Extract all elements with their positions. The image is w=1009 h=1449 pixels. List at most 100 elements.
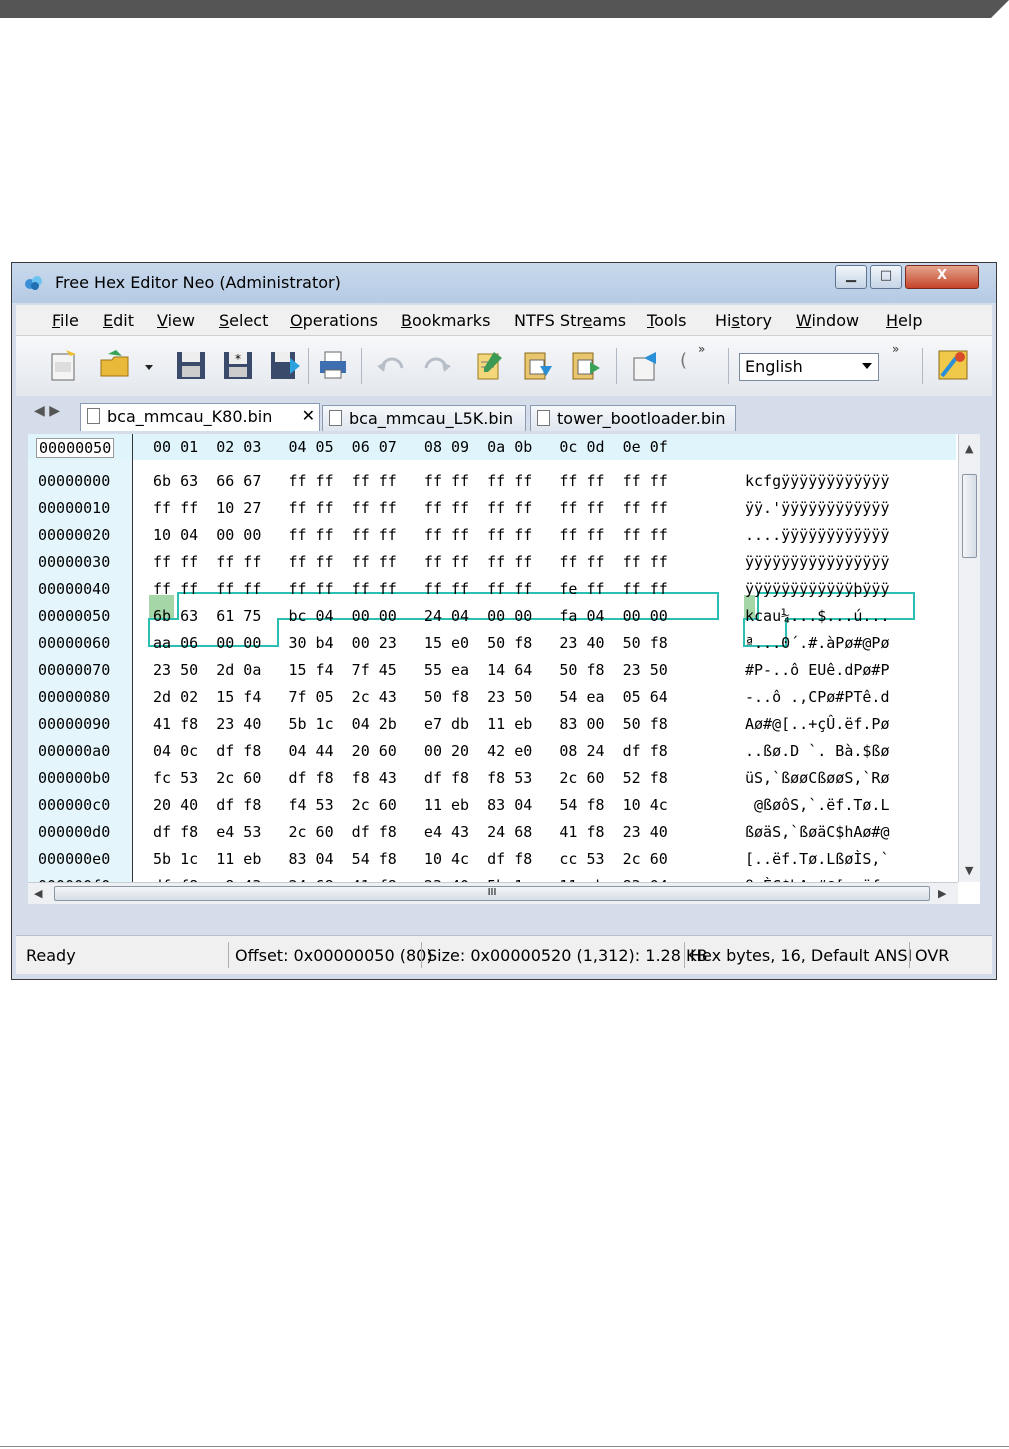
row-hex-bytes[interactable]: 6b 63 66 67 ff ff ff ff ff ff ff ff ff f… [153,472,668,490]
row-hex-bytes[interactable]: 6b 63 61 75 bc 04 00 00 24 04 00 00 fa 0… [153,607,668,625]
hex-row[interactable]: 00000090 41 f8 23 40 5b 1c 04 2b e7 db 11… [28,711,956,738]
row-hex-bytes[interactable]: 2d 02 15 f4 7f 05 2c 43 50 f8 23 50 54 e… [153,688,668,706]
scroll-down-arrow-icon[interactable]: ▼ [965,864,973,877]
encoding-select[interactable]: English [739,353,879,381]
menu-tools[interactable]: Tools [647,311,686,330]
hex-row[interactable]: 00000070 23 50 2d 0a 15 f4 7f 45 55 ea 14… [28,657,956,684]
hex-row[interactable]: 00000040 ff ff ff ff ff ff ff ff ff ff ff… [28,576,956,603]
save-as-icon[interactable]: * [221,348,255,382]
row-ascii[interactable]: ÿÿÿÿÿÿÿÿÿÿÿÿþÿÿÿ [745,580,890,598]
row-hex-bytes[interactable]: ff ff ff ff ff ff ff ff ff ff ff ff fe f… [153,580,668,598]
more-tools-partial-icon[interactable]: ( [680,350,687,371]
row-offset: 00000030 [38,553,111,571]
export-icon[interactable] [630,348,664,382]
maximize-button[interactable]: □ [870,265,902,289]
tab-bca-mmcau-k80[interactable]: bca_mmcau_K80.bin ✕ [80,403,320,431]
redo-icon[interactable] [420,348,454,382]
row-offset: 000000a0 [38,742,111,760]
status-offset: Offset: 0x00000050 (80) [235,946,433,965]
menu-history[interactable]: History [715,311,772,330]
row-hex-bytes[interactable]: df f8 e4 53 2c 60 df f8 e4 43 24 68 41 f… [153,823,668,841]
row-ascii[interactable]: ÿÿ.'ÿÿÿÿÿÿÿÿÿÿÿÿ [745,499,890,517]
hex-editor-view[interactable]: 00000050 00 01 02 03 04 05 06 07 08 09 0… [28,434,980,904]
row-ascii[interactable]: #P-..ô EUê.dPø#P [745,661,890,679]
print-icon[interactable] [316,348,350,382]
toolbar-overflow-chevron-icon[interactable]: » [892,342,899,356]
hex-row[interactable]: 00000050 6b 63 61 75 bc 04 00 00 24 04 00… [28,603,956,630]
edit-notes-icon[interactable] [472,348,506,382]
row-hex-bytes[interactable]: 10 04 00 00 ff ff ff ff ff ff ff ff ff f… [153,526,668,544]
row-hex-bytes[interactable]: ff ff ff ff ff ff ff ff ff ff ff ff ff f… [153,553,668,571]
close-button[interactable]: X [905,265,979,289]
hex-row[interactable]: 000000d0 df f8 e4 53 2c 60 df f8 e4 43 24… [28,819,956,846]
row-hex-bytes[interactable]: aa 06 00 00 30 b4 00 23 15 e0 50 f8 23 4… [153,634,668,652]
hex-row[interactable]: 00000010 ff ff 10 27 ff ff ff ff ff ff ff… [28,495,956,522]
hex-row[interactable]: 00000060 aa 06 00 00 30 b4 00 23 15 e0 50… [28,630,956,657]
row-hex-bytes[interactable]: 41 f8 23 40 5b 1c 04 2b e7 db 11 eb 83 0… [153,715,668,733]
scroll-up-arrow-icon[interactable]: ▲ [965,442,973,455]
vertical-scroll-thumb[interactable] [962,474,977,558]
save-all-icon[interactable] [268,348,302,382]
toolbar-separator [922,348,923,384]
row-hex-bytes[interactable]: 23 50 2d 0a 15 f4 7f 45 55 ea 14 64 50 f… [153,661,668,679]
menu-bookmarks[interactable]: Bookmarks [401,311,490,330]
menu-window[interactable]: Window [796,311,859,330]
undo-icon[interactable] [374,348,408,382]
open-dropdown-arrow-icon[interactable] [142,348,156,382]
hex-row[interactable]: 00000000 6b 63 66 67 ff ff ff ff ff ff ff… [28,468,956,495]
status-size: Size: 0x00000520 (1,312): 1.28 KB [427,946,708,965]
row-hex-bytes[interactable]: fc 53 2c 60 df f8 f8 43 df f8 f8 53 2c 6… [153,769,668,787]
menu-operations[interactable]: Operations [290,311,378,330]
toolbar-separator [361,348,362,384]
menu-select[interactable]: Select [219,311,268,330]
toolbar-overflow-chevron-icon[interactable]: » [698,342,705,356]
document-icon [537,410,550,426]
hex-row[interactable]: 000000b0 fc 53 2c 60 df f8 f8 43 df f8 f8… [28,765,956,792]
open-folder-icon[interactable] [98,348,132,382]
row-hex-bytes[interactable]: 5b 1c 11 eb 83 04 54 f8 10 4c df f8 cc 5… [153,850,668,868]
tab-bca-mmcau-l5k[interactable]: bca_mmcau_L5K.bin [322,405,526,431]
scroll-left-arrow-icon[interactable]: ◀ [34,887,42,900]
paste-clipboard-icon[interactable] [568,348,602,382]
row-ascii[interactable]: [..ëf.Tø.LßøÌS,` [745,850,890,868]
row-offset: 000000b0 [38,769,111,787]
row-hex-bytes[interactable]: 04 0c df f8 04 44 20 60 00 20 42 e0 08 2… [153,742,668,760]
menu-help[interactable]: Help [886,311,922,330]
vertical-scrollbar[interactable]: ▲ ▼ [958,434,980,882]
row-hex-bytes[interactable]: 20 40 df f8 f4 53 2c 60 11 eb 83 04 54 f… [153,796,668,814]
row-ascii[interactable]: ..ßø.D `. Bà.$ßø [745,742,890,760]
save-icon[interactable] [174,348,208,382]
horizontal-scroll-thumb[interactable]: III [54,886,930,901]
menu-file[interactable]: File [52,311,79,330]
menu-edit[interactable]: Edit [103,311,134,330]
hex-row[interactable]: 000000e0 5b 1c 11 eb 83 04 54 f8 10 4c df… [28,846,956,873]
new-file-icon[interactable] [46,348,80,382]
row-ascii[interactable]: ª...0´.#.àPø#@Pø [745,634,890,652]
row-ascii[interactable]: Aø#@[..+çÛ.ëf.Pø [745,715,890,733]
row-ascii[interactable]: kcau¼...$...ú... [745,607,890,625]
hex-row[interactable]: 00000080 2d 02 15 f4 7f 05 2c 43 50 f8 23… [28,684,956,711]
encoding-select-value: English [745,357,803,376]
hex-row[interactable]: 00000030 ff ff ff ff ff ff ff ff ff ff ff… [28,549,956,576]
row-ascii[interactable]: -..ô .,CPø#PTê.d [745,688,890,706]
horizontal-scrollbar[interactable]: ◀ III ▶ [28,882,958,904]
tab-close-icon[interactable]: ✕ [302,406,315,425]
hex-row[interactable]: 00000020 10 04 00 00 ff ff ff ff ff ff ff… [28,522,956,549]
row-ascii[interactable]: kcfgÿÿÿÿÿÿÿÿÿÿÿÿ [745,472,890,490]
copy-clipboard-icon[interactable] [520,348,554,382]
tab-scroll-arrows-icon[interactable]: ◀ ▶ [34,403,60,419]
row-ascii[interactable]: ÿÿÿÿÿÿÿÿÿÿÿÿÿÿÿÿ [745,553,890,571]
menu-ntfs-streams[interactable]: NTFS Streams [514,311,626,330]
tab-tower-bootloader[interactable]: tower_bootloader.bin [530,405,736,431]
row-ascii[interactable]: ....ÿÿÿÿÿÿÿÿÿÿÿÿ [745,526,890,544]
minimize-button[interactable]: ▁ [835,265,867,289]
menu-view[interactable]: View [157,311,195,330]
scroll-right-arrow-icon[interactable]: ▶ [938,887,946,900]
row-hex-bytes[interactable]: ff ff 10 27 ff ff ff ff ff ff ff ff ff f… [153,499,668,517]
row-ascii[interactable]: @ßøôS,`.ëf.Tø.L [745,796,889,814]
row-ascii[interactable]: ßøäS,`ßøäC$hAø#@ [745,823,890,841]
row-ascii[interactable]: üS,`ßøøCßøøS,`Rø [745,769,890,787]
tool-launcher-icon[interactable] [936,348,970,382]
hex-row[interactable]: 000000a0 04 0c df f8 04 44 20 60 00 20 42… [28,738,956,765]
hex-row[interactable]: 000000c0 20 40 df f8 f4 53 2c 60 11 eb 83… [28,792,956,819]
